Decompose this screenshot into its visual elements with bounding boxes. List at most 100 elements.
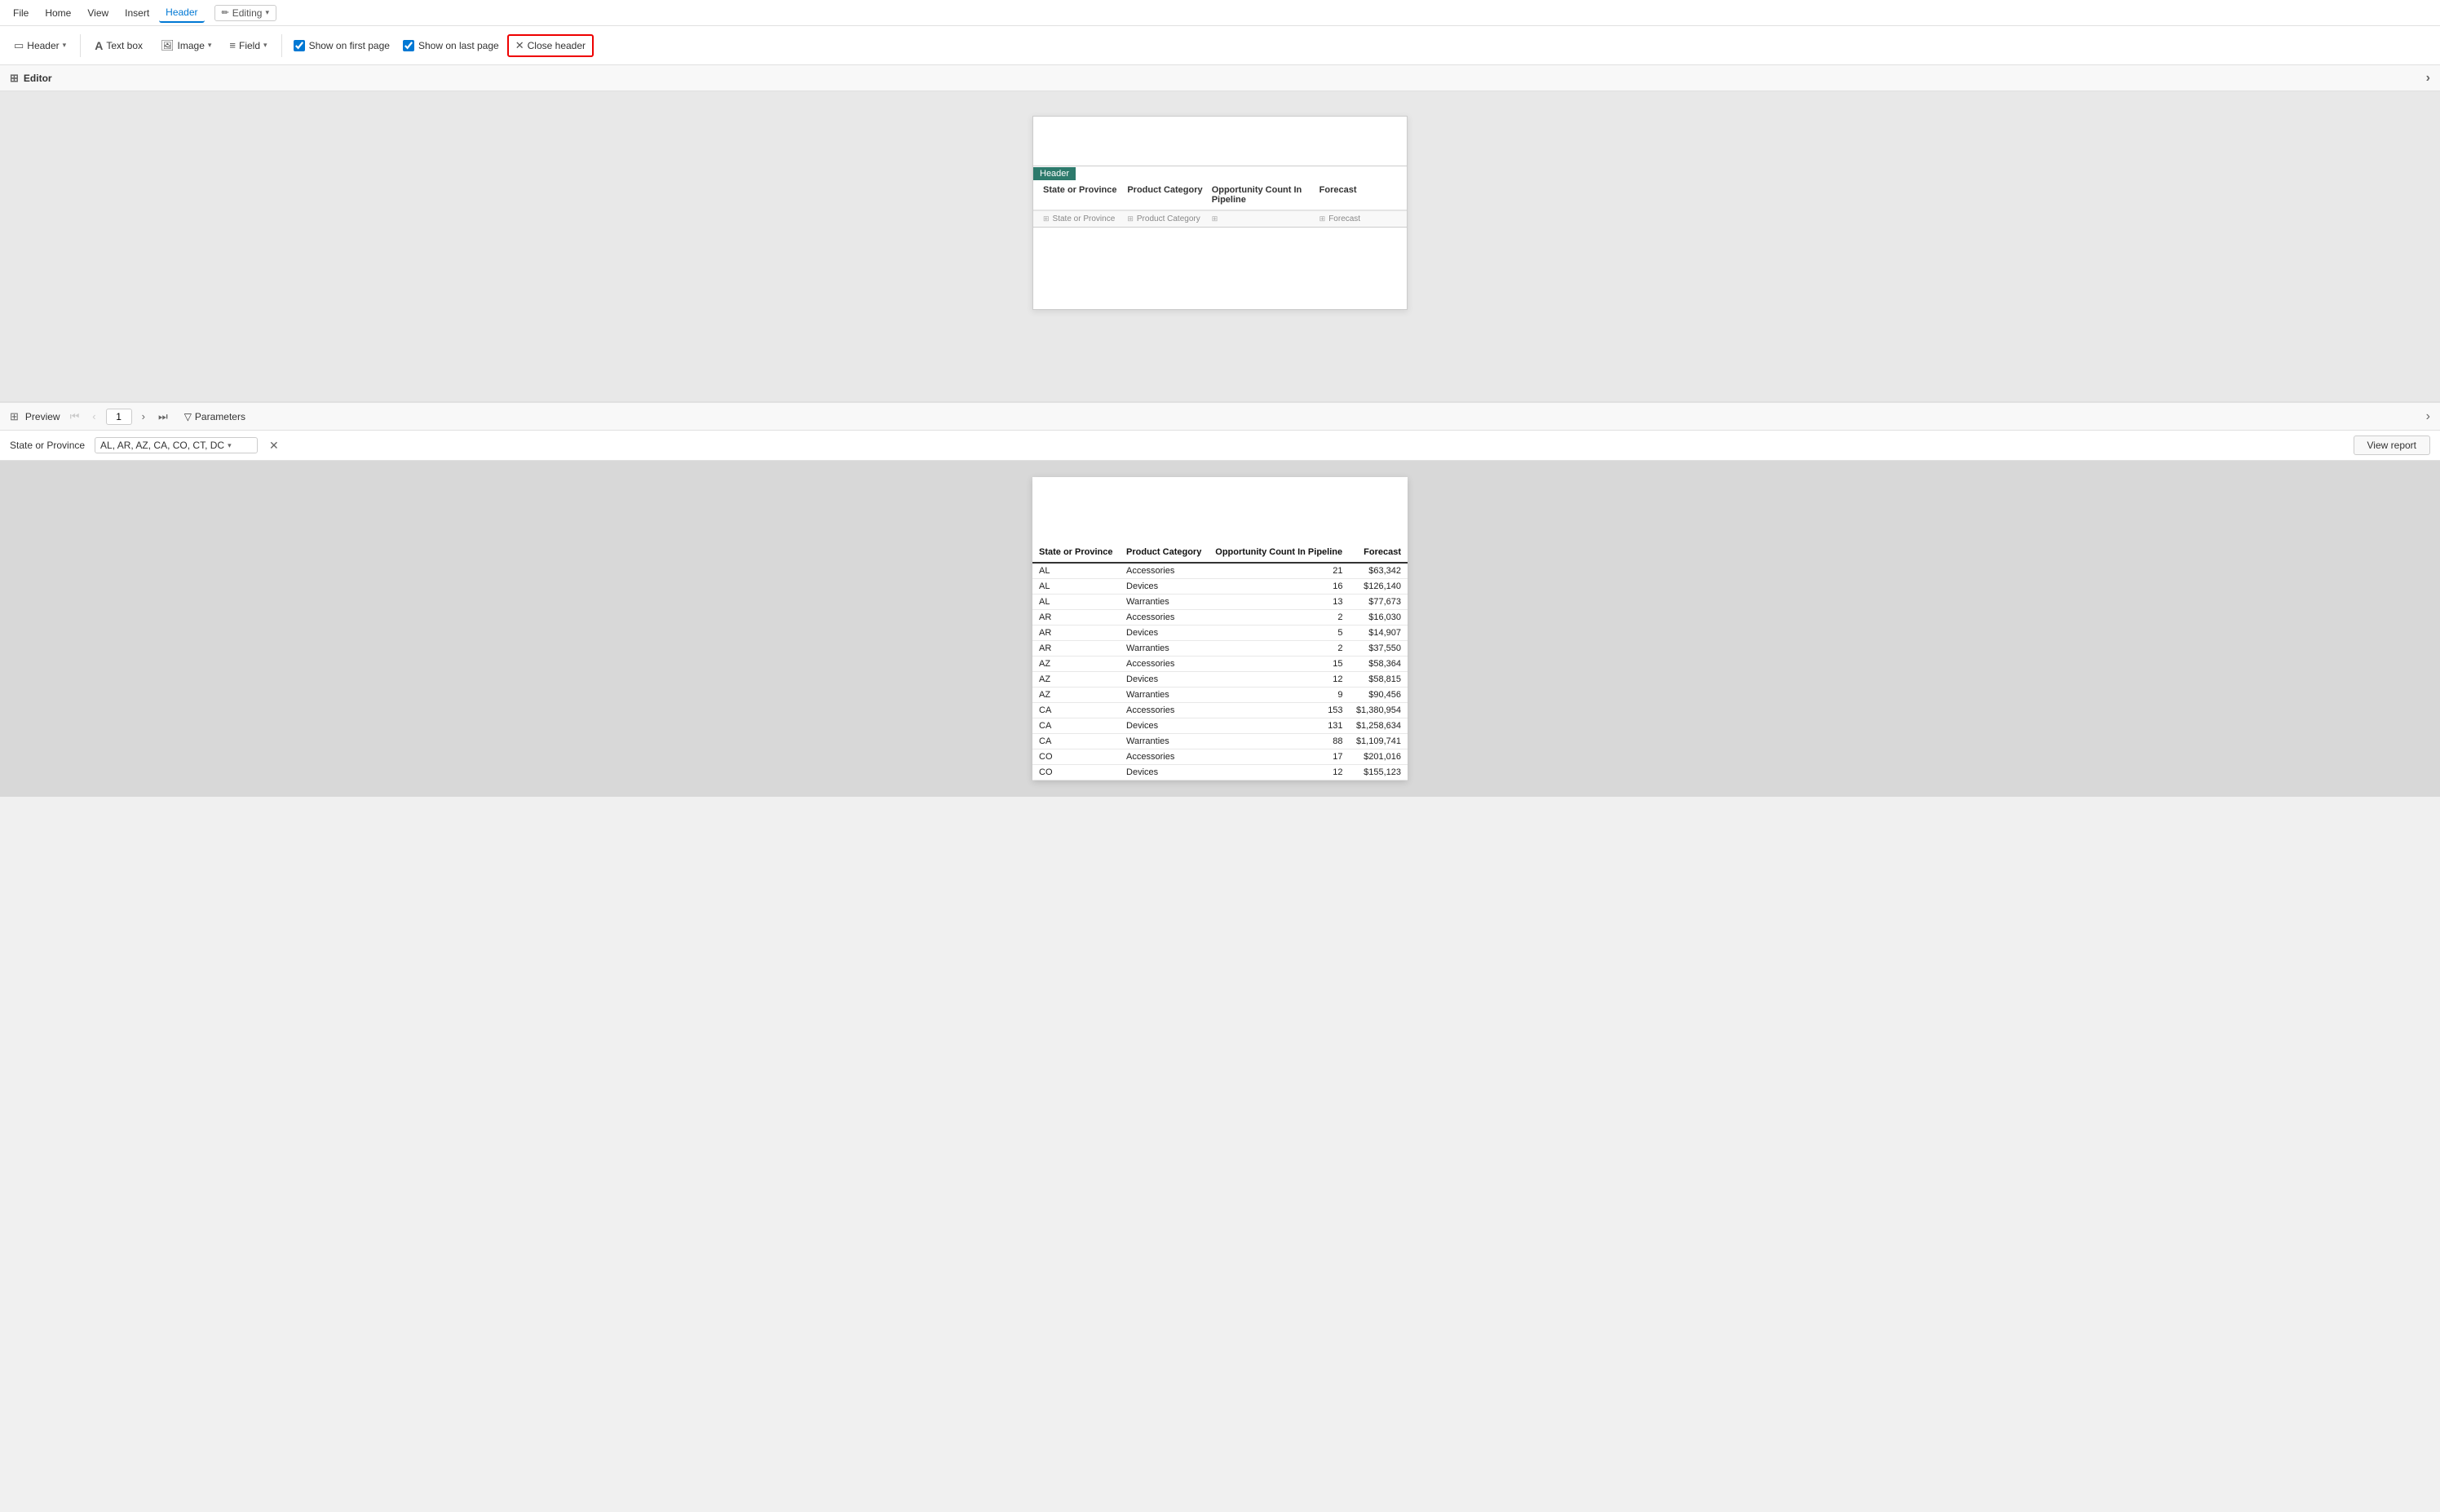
parameters-button[interactable]: ▽ Parameters: [178, 409, 252, 424]
preview-collapse-icon[interactable]: ›: [2426, 409, 2430, 424]
page-number-input[interactable]: [106, 409, 132, 425]
field-dropdown-arrow: ▾: [263, 41, 267, 50]
header-badge: Header: [1033, 166, 1407, 180]
show-first-page-checkbox[interactable]: Show on first page: [289, 37, 395, 55]
menu-home[interactable]: Home: [38, 4, 77, 22]
table-row: CODevices12$155,123: [1032, 765, 1408, 780]
table-cell: CO: [1032, 765, 1120, 780]
table-cell: Warranties: [1120, 641, 1209, 657]
nav-first-button[interactable]: ⏮: [67, 409, 83, 425]
param-state-label: State or Province: [10, 440, 85, 451]
table-cell: 5: [1209, 626, 1350, 641]
th-forecast: Forecast: [1350, 542, 1408, 563]
menu-bar: File Home View Insert Header ✏ Editing ▾: [0, 0, 2440, 26]
show-last-page-input[interactable]: [403, 40, 414, 51]
field-state-label: State or Province: [1053, 214, 1116, 223]
table-cell: 9: [1209, 687, 1350, 703]
table-cell: AR: [1032, 626, 1120, 641]
show-first-page-input[interactable]: [294, 40, 305, 51]
image-label: Image: [178, 40, 205, 51]
report-canvas: Header State or Province Product Categor…: [1032, 116, 1408, 310]
field-button[interactable]: ≡ Field ▾: [222, 35, 274, 55]
table-cell: 131: [1209, 718, 1350, 734]
header-button[interactable]: ▭ Header ▾: [7, 35, 73, 56]
table-header-row: State or Province Product Category Oppor…: [1032, 542, 1408, 563]
text-box-button[interactable]: A Text box: [87, 35, 150, 56]
param-value: AL, AR, AZ, CA, CO, CT, DC: [100, 440, 224, 451]
table-row: ARDevices5$14,907: [1032, 626, 1408, 641]
table-cell: Devices: [1120, 579, 1209, 595]
table-cell: AL: [1032, 595, 1120, 610]
pencil-icon: ✏: [222, 7, 229, 18]
canvas-body: [1033, 228, 1407, 309]
table-cell: 153: [1209, 703, 1350, 718]
field-opportunity: ⊞: [1209, 213, 1316, 225]
menu-insert[interactable]: Insert: [118, 4, 156, 22]
table-cell: $58,815: [1350, 672, 1408, 687]
show-last-page-checkbox[interactable]: Show on last page: [398, 37, 504, 55]
field-forecast-icon: ⊞: [1319, 214, 1326, 223]
image-icon: 🖼: [161, 39, 175, 52]
param-clear-button[interactable]: ✕: [267, 439, 281, 453]
table-cell: 17: [1209, 749, 1350, 765]
editor-toolbar: ⊞ Editor ›: [0, 65, 2440, 91]
table-cell: Devices: [1120, 672, 1209, 687]
header-badge-text: Header: [1033, 167, 1076, 180]
preview-top-space: [1032, 477, 1408, 542]
view-report-button[interactable]: View report: [2354, 435, 2430, 455]
table-cell: 2: [1209, 610, 1350, 626]
table-cell: 88: [1209, 734, 1350, 749]
ribbon-divider-2: [281, 34, 282, 57]
col-opportunity: Opportunity Count In Pipeline: [1209, 183, 1316, 206]
table-cell: AZ: [1032, 672, 1120, 687]
nav-next-button[interactable]: ›: [139, 409, 148, 424]
table-cell: $126,140: [1350, 579, 1408, 595]
table-cell: Devices: [1120, 765, 1209, 780]
params-bar: State or Province AL, AR, AZ, CA, CO, CT…: [0, 431, 2440, 461]
field-product-label: Product Category: [1137, 214, 1200, 223]
table-header: State or Province Product Category Oppor…: [1032, 542, 1408, 563]
table-cell: Warranties: [1120, 734, 1209, 749]
table-cell: 12: [1209, 765, 1350, 780]
textbox-icon: A: [95, 39, 103, 52]
editor-collapse-icon[interactable]: ›: [2426, 71, 2430, 86]
header-btn-label: Header: [27, 40, 59, 51]
table-cell: $77,673: [1350, 595, 1408, 610]
table-cell: 21: [1209, 563, 1350, 579]
table-row: AZWarranties9$90,456: [1032, 687, 1408, 703]
table-row: ALAccessories21$63,342: [1032, 563, 1408, 579]
menu-file[interactable]: File: [7, 4, 35, 22]
preview-grid-icon: ⊞: [10, 410, 19, 423]
menu-header[interactable]: Header: [159, 3, 204, 23]
table-row: ARAccessories2$16,030: [1032, 610, 1408, 626]
table-row: CAWarranties88$1,109,741: [1032, 734, 1408, 749]
close-header-button[interactable]: ✕ Close header: [507, 34, 594, 57]
table-cell: AL: [1032, 579, 1120, 595]
table-row: ALDevices16$126,140: [1032, 579, 1408, 595]
image-button[interactable]: 🖼 Image ▾: [153, 35, 219, 56]
param-dropdown-arrow: ▾: [228, 441, 232, 450]
table-cell: CA: [1032, 718, 1120, 734]
th-state: State or Province: [1032, 542, 1120, 563]
field-opp-icon: ⊞: [1212, 214, 1218, 223]
field-product: ⊞ Product Category: [1124, 213, 1208, 225]
table-cell: $63,342: [1350, 563, 1408, 579]
table-row: COAccessories17$201,016: [1032, 749, 1408, 765]
table-cell: Accessories: [1120, 563, 1209, 579]
table-cell: Devices: [1120, 626, 1209, 641]
table-cell: 16: [1209, 579, 1350, 595]
param-select[interactable]: AL, AR, AZ, CA, CO, CT, DC ▾: [95, 437, 258, 453]
field-icon: ≡: [229, 39, 236, 51]
table-row: CADevices131$1,258,634: [1032, 718, 1408, 734]
show-first-page-label: Show on first page: [309, 40, 390, 51]
editor-area: Header State or Province Product Categor…: [0, 91, 2440, 401]
nav-last-button[interactable]: ⏭: [155, 409, 171, 425]
editing-dropdown-arrow[interactable]: ▾: [265, 8, 269, 17]
table-row: ARWarranties2$37,550: [1032, 641, 1408, 657]
preview-report: State or Province Product Category Oppor…: [1032, 477, 1408, 780]
nav-prev-button[interactable]: ‹: [89, 409, 99, 424]
menu-view[interactable]: View: [81, 4, 115, 22]
header-section[interactable]: Header State or Province Product Categor…: [1033, 166, 1407, 228]
table-cell: CA: [1032, 734, 1120, 749]
col-state: State or Province: [1040, 183, 1124, 206]
